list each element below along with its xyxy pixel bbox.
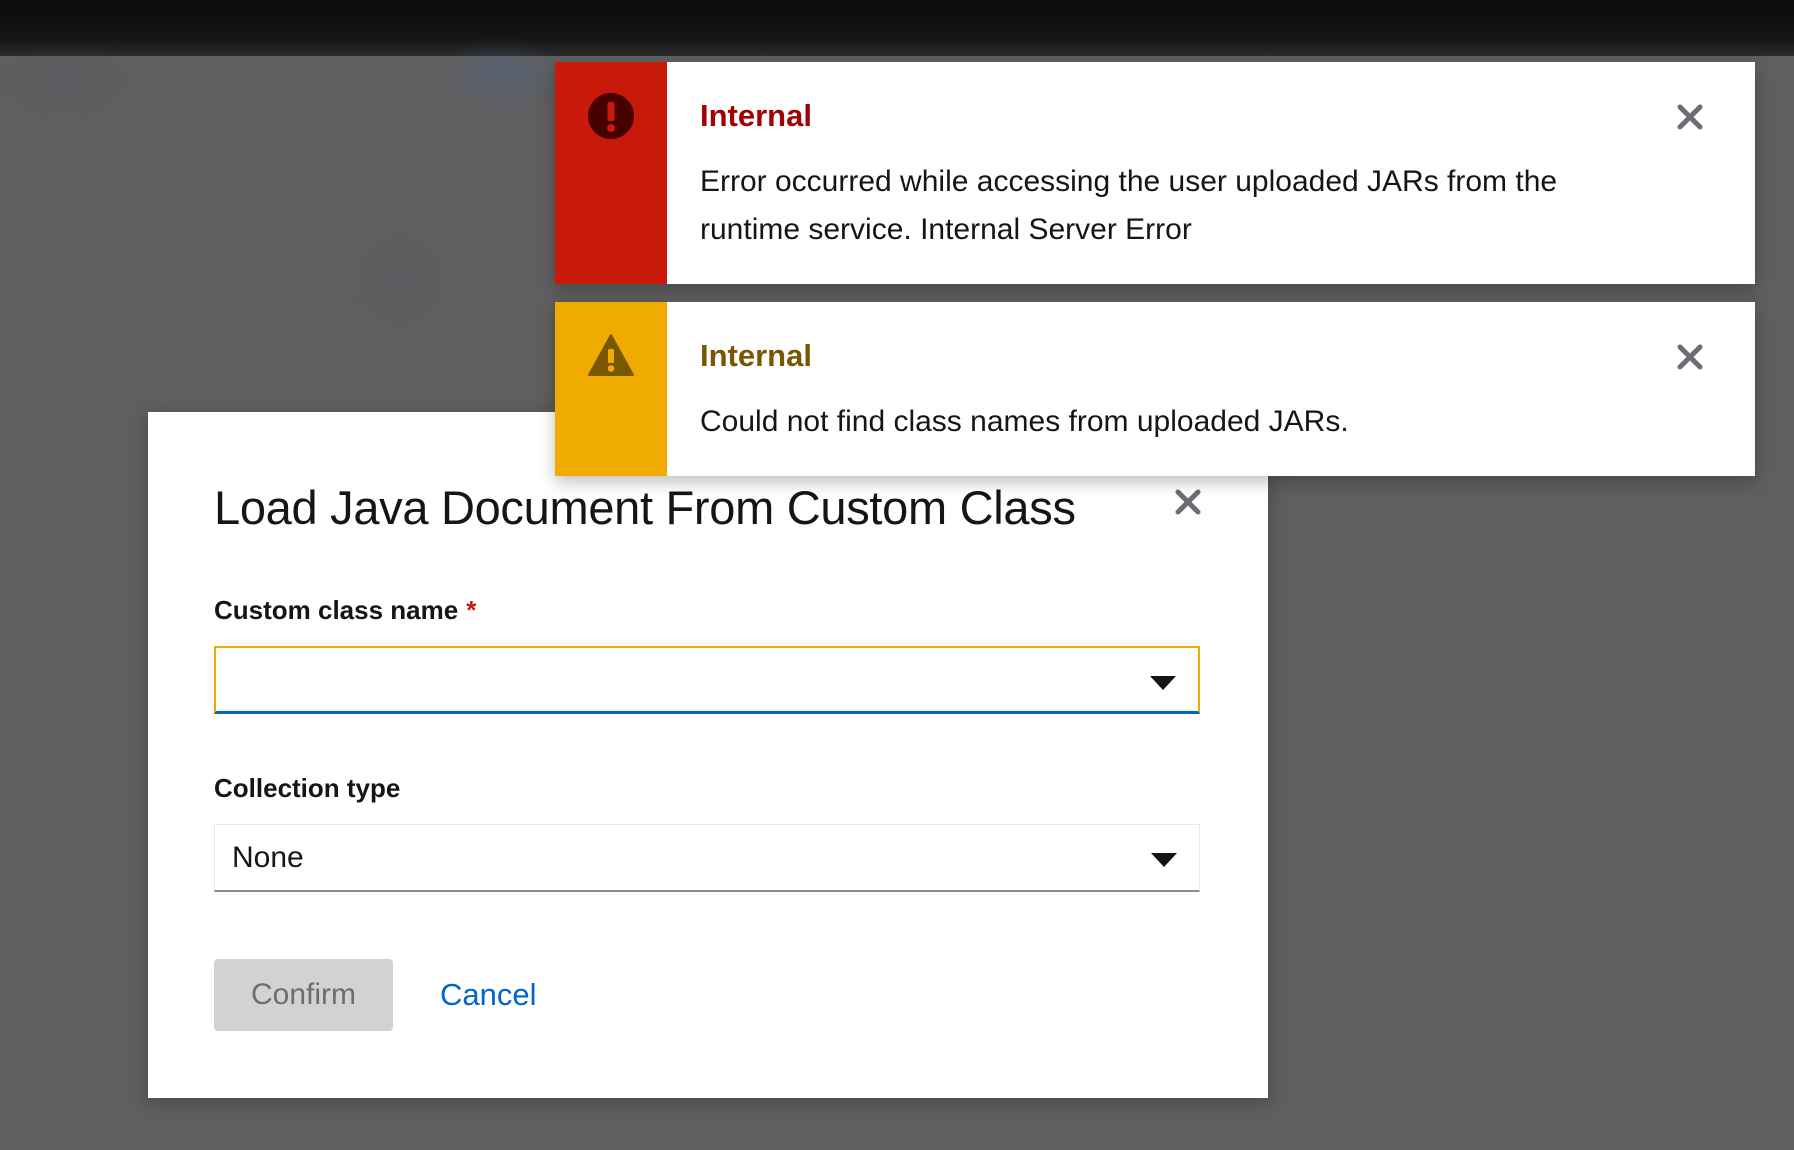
cancel-button[interactable]: Cancel	[426, 959, 551, 1031]
alert-description: Could not find class names from uploaded…	[700, 405, 1349, 438]
alert-title: Internal	[700, 98, 812, 133]
background-blur	[460, 55, 540, 95]
alert-close-button[interactable]	[1675, 342, 1705, 372]
alert-danger: Internal Error occurred while accessing …	[555, 62, 1755, 284]
custom-class-name-label: Custom class name *	[214, 595, 476, 626]
modal-title: Load Java Document From Custom Class	[214, 481, 1076, 534]
collection-type-label: Collection type	[214, 773, 401, 803]
alert-warning-bar	[555, 302, 667, 476]
alert-warning: Internal Could not find class names from…	[555, 302, 1755, 476]
exclamation-circle-icon	[588, 93, 634, 139]
required-marker: *	[466, 595, 477, 625]
alert-close-button[interactable]	[1675, 102, 1705, 132]
caret-down-icon	[1150, 676, 1176, 690]
background-blur	[20, 60, 110, 100]
alert-description: Error occurred while accessing the user …	[700, 165, 1558, 246]
load-java-document-modal: Load Java Document From Custom Class Cus…	[148, 412, 1268, 1098]
alert-title: Internal	[700, 338, 812, 373]
custom-class-name-label-text: Custom class name	[214, 595, 459, 625]
collection-type-select[interactable]: None	[214, 824, 1200, 892]
collection-type-value: None	[232, 841, 304, 874]
caret-down-icon	[1151, 853, 1177, 867]
background-blur	[370, 255, 430, 305]
custom-class-name-select[interactable]	[214, 646, 1200, 714]
close-icon	[1677, 104, 1703, 130]
alert-danger-bar	[555, 62, 667, 284]
close-icon	[1677, 344, 1703, 370]
confirm-button[interactable]: Confirm	[214, 959, 393, 1031]
exclamation-triangle-icon	[588, 334, 634, 376]
modal-close-button[interactable]	[1168, 482, 1208, 522]
close-icon	[1175, 489, 1201, 515]
top-masthead	[0, 0, 1794, 56]
